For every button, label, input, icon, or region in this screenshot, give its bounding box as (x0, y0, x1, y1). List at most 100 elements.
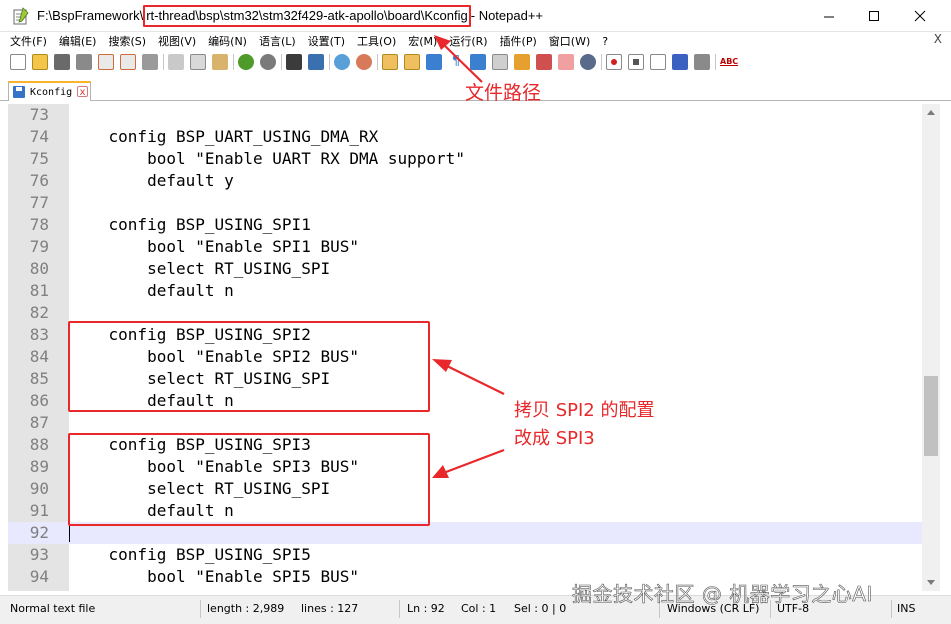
title-suffix: - Notepad++ (470, 8, 544, 23)
monitoring-icon[interactable] (580, 54, 596, 70)
close-icon (914, 10, 926, 22)
status-line-number: Ln : 92 (407, 602, 445, 615)
record-macro-icon[interactable] (606, 54, 622, 70)
redo-icon[interactable] (260, 54, 276, 70)
status-file-type: Normal text file (10, 602, 96, 615)
menu-plugins[interactable]: 插件(P) (500, 33, 537, 49)
menu-encoding[interactable]: 编码(N) (208, 33, 247, 49)
stop-record-icon[interactable] (628, 54, 644, 70)
line-number: 81 (29, 281, 49, 300)
highlight-box-spi2 (68, 321, 430, 412)
code-line[interactable]: 76 default y (8, 170, 922, 192)
copy-note-line1: 拷贝 SPI2 的配置 (514, 400, 655, 421)
run-macro-multiple-icon[interactable] (672, 54, 688, 70)
save-macro-icon[interactable] (694, 54, 710, 70)
text-caret (69, 525, 70, 542)
code-line[interactable]: 78 config BSP_USING_SPI1 (8, 214, 922, 236)
maximize-button[interactable] (851, 0, 897, 32)
save-icon[interactable] (54, 54, 70, 70)
scroll-up-arrow-icon[interactable] (922, 104, 940, 121)
sync-vertical-icon[interactable] (382, 54, 398, 70)
code-text: default y (70, 171, 234, 190)
close-document-button[interactable]: X (934, 32, 942, 46)
minimize-button[interactable] (806, 0, 852, 32)
show-all-chars-icon[interactable]: ¶ (448, 54, 464, 70)
toolbar-separator (281, 54, 282, 70)
notepad-app-icon (13, 7, 29, 25)
copy-icon[interactable] (190, 54, 206, 70)
minimize-icon (823, 16, 834, 17)
code-line[interactable]: 93 config BSP_USING_SPI5 (8, 544, 922, 566)
sync-horizontal-icon[interactable] (404, 54, 420, 70)
menu-language[interactable]: 语言(L) (259, 33, 296, 49)
line-number: 86 (29, 391, 49, 410)
code-line[interactable]: 74 config BSP_UART_USING_DMA_RX (8, 126, 922, 148)
toolbar-separator (715, 54, 716, 70)
word-wrap-icon[interactable] (426, 54, 442, 70)
code-text: default n (70, 281, 234, 300)
menu-edit[interactable]: 编辑(E) (59, 33, 97, 49)
close-all-icon[interactable] (120, 54, 136, 70)
menu-macro[interactable]: 宏(M) (408, 33, 437, 49)
menu-help[interactable]: ? (602, 35, 608, 48)
line-number: 85 (29, 369, 49, 388)
toolbar-separator (601, 54, 602, 70)
scrollbar-thumb[interactable] (924, 376, 938, 456)
menu-window[interactable]: 窗口(W) (549, 33, 590, 49)
line-number: 93 (29, 545, 49, 564)
undo-icon[interactable] (238, 54, 254, 70)
close-window-button[interactable] (897, 0, 943, 32)
status-divider (200, 600, 201, 618)
new-file-icon[interactable] (10, 54, 26, 70)
line-number: 83 (29, 325, 49, 344)
code-line[interactable]: 80 select RT_USING_SPI (8, 258, 922, 280)
menu-file[interactable]: 文件(F) (10, 33, 47, 49)
function-list-icon[interactable] (514, 54, 530, 70)
folder-workspace-icon[interactable] (536, 54, 552, 70)
status-selection: Sel : 0 | 0 (514, 602, 567, 615)
open-file-icon[interactable] (32, 54, 48, 70)
open-folder-icon[interactable] (558, 54, 574, 70)
title-prefix: F:\BspFramework\ (37, 8, 144, 23)
title-bar: F:\BspFramework\ rt-thread\bsp\stm32\stm3… (0, 0, 951, 32)
toolbar-separator (329, 54, 330, 70)
line-number: 78 (29, 215, 49, 234)
code-text: bool "Enable UART RX DMA support" (70, 149, 465, 168)
cut-icon[interactable] (168, 54, 184, 70)
menu-settings[interactable]: 设置(T) (308, 33, 345, 49)
scroll-down-arrow-icon[interactable] (922, 574, 940, 591)
print-icon[interactable] (142, 54, 158, 70)
menu-search[interactable]: 搜索(S) (108, 33, 146, 49)
tab-kconfig[interactable]: Kconfig x (8, 81, 91, 101)
vertical-scrollbar[interactable] (922, 104, 940, 591)
find-icon[interactable] (286, 54, 302, 70)
indent-guide-icon[interactable] (470, 54, 486, 70)
status-divider (399, 600, 400, 618)
code-line[interactable]: 79 bool "Enable SPI1 BUS" (8, 236, 922, 258)
replace-icon[interactable] (308, 54, 324, 70)
doc-map-icon[interactable] (492, 54, 508, 70)
toolbar: ¶ ABC (0, 51, 951, 73)
highlight-box-spi3 (68, 433, 430, 526)
line-number: 75 (29, 149, 49, 168)
menu-view[interactable]: 视图(V) (158, 33, 196, 49)
code-line[interactable]: 77 (8, 192, 922, 214)
status-insert-mode: INS (897, 602, 916, 615)
zoom-out-icon[interactable] (356, 54, 372, 70)
line-number: 89 (29, 457, 49, 476)
menu-run[interactable]: 运行(R) (449, 33, 487, 49)
tab-close-button[interactable]: x (77, 86, 88, 98)
zoom-in-icon[interactable] (334, 54, 350, 70)
close-file-icon[interactable] (98, 54, 114, 70)
menu-tools[interactable]: 工具(O) (357, 33, 396, 49)
code-line[interactable]: 73 (8, 104, 922, 126)
code-line[interactable]: 81 default n (8, 280, 922, 302)
copy-note-line2: 改成 SPI3 (514, 428, 595, 449)
spell-check-icon[interactable]: ABC (720, 54, 738, 70)
code-line[interactable]: 87 (8, 412, 922, 434)
save-all-icon[interactable] (76, 54, 92, 70)
status-divider (891, 600, 892, 618)
code-line[interactable]: 75 bool "Enable UART RX DMA support" (8, 148, 922, 170)
paste-icon[interactable] (212, 54, 228, 70)
play-macro-icon[interactable] (650, 54, 666, 70)
